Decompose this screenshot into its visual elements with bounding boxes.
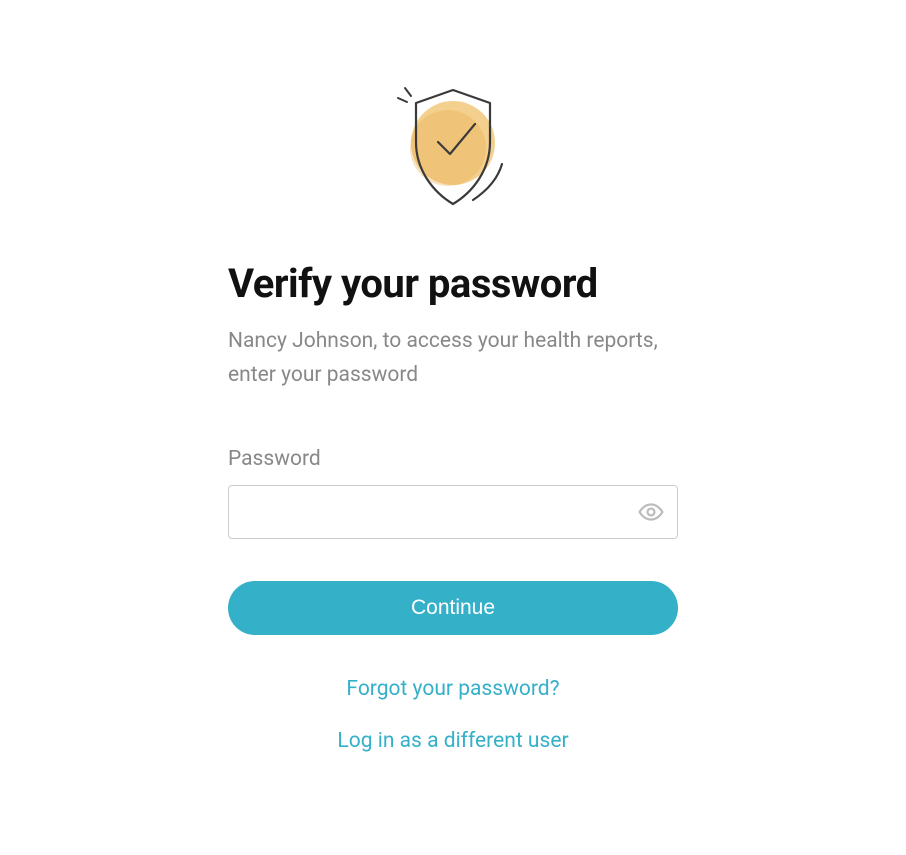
password-input-wrapper (228, 485, 678, 539)
page-title: Verify your password (228, 260, 678, 307)
shield-check-illustration (378, 70, 528, 220)
different-user-link[interactable]: Log in as a different user (337, 729, 568, 753)
password-label: Password (228, 447, 678, 471)
eye-icon[interactable] (638, 499, 664, 525)
page-subtitle: Nancy Johnson, to access your health rep… (228, 325, 678, 392)
continue-button[interactable]: Continue (228, 581, 678, 635)
verify-password-panel: Verify your password Nancy Johnson, to a… (228, 70, 678, 855)
forgot-password-link[interactable]: Forgot your password? (346, 677, 559, 701)
password-input[interactable] (228, 485, 678, 539)
